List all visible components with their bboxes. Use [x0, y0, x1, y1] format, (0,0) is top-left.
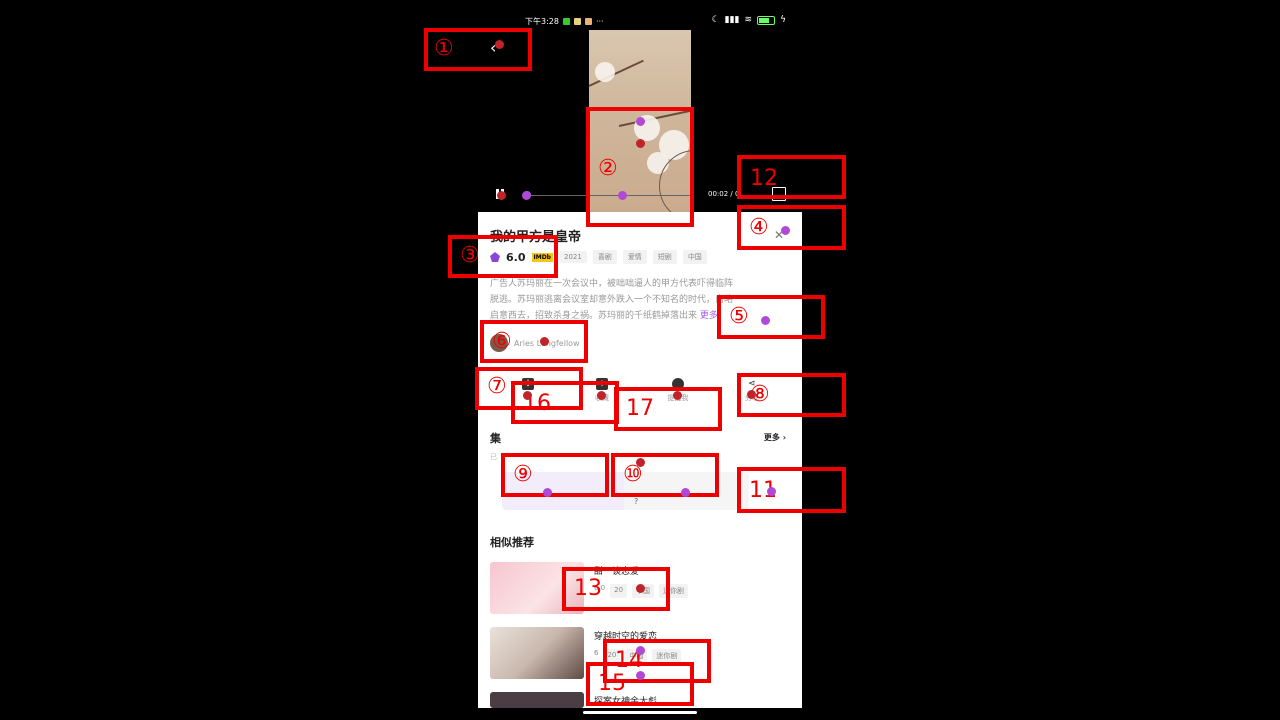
annotation-point	[636, 671, 645, 680]
app-notification-icon	[562, 18, 570, 25]
signal-icon: ▮▮▮	[724, 15, 740, 25]
tag: 短剧	[652, 250, 677, 264]
recommendation-thumbnail	[490, 627, 584, 679]
description-more-link[interactable]: 更多	[700, 311, 718, 321]
battery-icon	[757, 15, 776, 25]
annotation-label: 15	[598, 671, 626, 696]
home-indicator[interactable]	[583, 711, 697, 714]
annotation-label: 17	[626, 396, 654, 421]
annotation-point	[497, 191, 506, 200]
annotation-point	[681, 488, 690, 497]
recommendation-thumbnail	[490, 692, 584, 708]
annotation-point	[540, 337, 549, 346]
tag: 中国	[682, 250, 707, 264]
playback-time: 00:02 / 0	[708, 190, 740, 198]
annotation-point	[761, 316, 770, 325]
annotation-point	[636, 458, 645, 467]
tag: 2021	[558, 251, 587, 263]
annotation-label: ⑩	[623, 462, 643, 487]
annotation-point	[523, 391, 532, 400]
annotation-label: ⑥	[492, 329, 512, 354]
episodes-title: 集	[490, 432, 501, 445]
annotation-point	[636, 139, 645, 148]
annotation-point	[543, 488, 552, 497]
annotation-point	[636, 646, 645, 655]
annotation-label: ⑦	[487, 374, 507, 399]
annotation-point	[781, 226, 790, 235]
annotation-point	[673, 391, 682, 400]
annotation-point	[495, 40, 504, 49]
episodes-note: 已	[490, 453, 497, 461]
more-notifications: ···	[595, 17, 604, 26]
annotation-label: ⑤	[729, 304, 749, 329]
status-time: 下午3:28	[525, 17, 559, 26]
annotation-point	[636, 117, 645, 126]
annotation-label: ③	[460, 243, 480, 268]
tag: 喜剧	[592, 250, 617, 264]
charging-icon: ϟ	[780, 15, 786, 25]
annotation-label: 12	[750, 166, 778, 191]
app-notification-icon	[584, 18, 592, 25]
tag: 爱情	[622, 250, 647, 264]
episodes-more-link[interactable]: 更多 ›	[764, 432, 786, 443]
app-notification-icon	[573, 18, 581, 25]
annotation-label: ①	[434, 36, 454, 61]
annotation-label: ②	[598, 156, 618, 181]
annotation-point	[767, 487, 776, 496]
moon-icon: ☾	[711, 15, 720, 25]
annotation-point	[747, 390, 756, 399]
annotation-point	[618, 191, 627, 200]
annotation-label: 13	[574, 576, 602, 601]
description-line: 广告人苏玛丽在一次会议中，被咄咄逼人的甲方代表吓得临阵	[490, 279, 734, 289]
similar-title: 相似推荐	[490, 536, 534, 549]
annotation-point	[636, 584, 645, 593]
wifi-icon: ≋	[744, 15, 753, 25]
annotation-label: ④	[749, 215, 769, 240]
annotation-point	[597, 391, 606, 400]
annotation-point	[522, 191, 531, 200]
annotation-label: ⑨	[513, 462, 533, 487]
